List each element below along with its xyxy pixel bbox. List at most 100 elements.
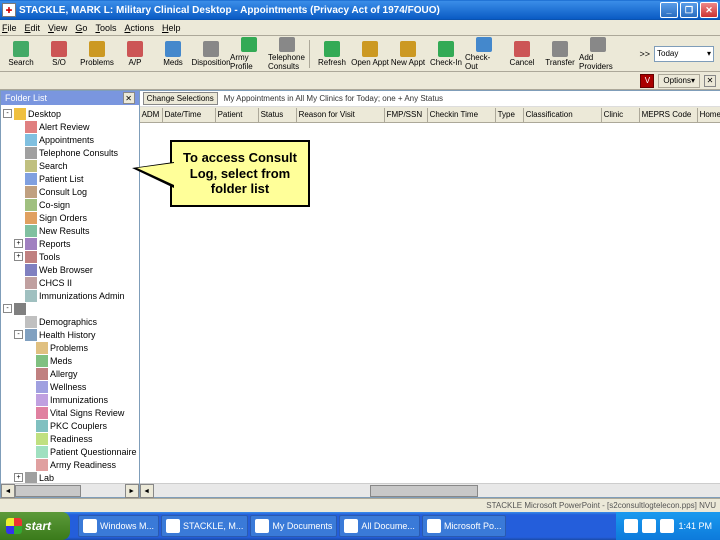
scroll-left-button[interactable]: ◄ — [1, 484, 15, 498]
col-classification[interactable]: Classification — [524, 108, 602, 122]
col-status[interactable]: Status — [259, 108, 297, 122]
tree-item-pkc-couplers[interactable]: PKC Couplers — [3, 419, 137, 432]
folder-icon — [36, 407, 48, 419]
tb-meds-button[interactable]: Meds — [154, 37, 192, 71]
task-item[interactable]: My Documents — [250, 515, 337, 537]
menu-go[interactable]: Go — [75, 23, 87, 33]
start-button[interactable]: start — [0, 512, 70, 540]
tb-army-profile-button[interactable]: Army Profile — [230, 37, 268, 71]
tree-item-lab[interactable]: +Lab — [3, 471, 137, 483]
menu-tools[interactable]: Tools — [95, 23, 116, 33]
folder-icon — [25, 121, 37, 133]
task-item[interactable]: Windows M... — [78, 515, 159, 537]
tb-cancel-button[interactable]: Cancel — [503, 37, 541, 71]
task-item[interactable]: Microsoft Po... — [422, 515, 507, 537]
system-tray[interactable]: 1:41 PM — [616, 512, 720, 540]
col-fmp-ssn[interactable]: FMP/SSN — [385, 108, 428, 122]
tree-item-telephone-consults[interactable]: Telephone Consults — [3, 146, 137, 159]
tree-expand-icon[interactable]: - — [3, 304, 12, 313]
close-button[interactable]: ✕ — [700, 2, 718, 18]
tree-item-reports[interactable]: +Reports — [3, 237, 137, 250]
col-meprs-code[interactable]: MEPRS Code — [640, 108, 698, 122]
tree-item-army-readiness[interactable]: Army Readiness — [3, 458, 137, 471]
tb-search-button[interactable]: Search — [2, 37, 40, 71]
scroll-track[interactable] — [154, 484, 720, 497]
tree-expand-icon[interactable]: + — [14, 239, 23, 248]
tree-item-new-results[interactable]: New Results — [3, 224, 137, 237]
tree-item-search[interactable]: Search — [3, 159, 137, 172]
tb-check-out-button[interactable]: Check-Out — [465, 37, 503, 71]
tree-item-problems[interactable]: Problems — [3, 341, 137, 354]
col-date-time[interactable]: Date/Time — [163, 108, 216, 122]
today-dropdown[interactable]: Today▾ — [654, 46, 714, 62]
tree-expand-icon[interactable]: + — [14, 473, 23, 482]
tree-item-web-browser[interactable]: Web Browser — [3, 263, 137, 276]
tree-item-blank[interactable]: - — [3, 302, 137, 315]
menu-edit[interactable]: Edit — [25, 23, 41, 33]
col-clinic[interactable]: Clinic — [602, 108, 640, 122]
menu-view[interactable]: View — [48, 23, 67, 33]
maximize-button[interactable]: ❐ — [680, 2, 698, 18]
tree-expand-icon[interactable]: - — [14, 330, 23, 339]
tree-item-wellness[interactable]: Wellness — [3, 380, 137, 393]
folder-tree[interactable]: -DesktopAlert ReviewAppointmentsTelephon… — [1, 105, 139, 483]
folder-hscrollbar[interactable]: ◄ ► — [1, 483, 139, 497]
task-item[interactable]: All Docume... — [339, 515, 420, 537]
tree-expand-icon[interactable]: - — [3, 109, 12, 118]
scroll-track[interactable] — [15, 484, 125, 497]
tree-item-demographics[interactable]: Demographics — [3, 315, 137, 328]
minimize-button[interactable]: _ — [660, 2, 678, 18]
tb-new-appt-button[interactable]: New Appt — [389, 37, 427, 71]
tree-item-patient-questionnaire[interactable]: Patient Questionnaire — [3, 445, 137, 458]
tb-telephone-consults-button[interactable]: Telephone Consults — [268, 37, 306, 71]
col-checkin-time[interactable]: Checkin Time — [428, 108, 496, 122]
options-button[interactable]: Options ▾ — [658, 74, 700, 88]
tree-item-immunizations[interactable]: Immunizations — [3, 393, 137, 406]
subbar-close-button[interactable]: ✕ — [704, 75, 716, 87]
col-adm[interactable]: ADM — [140, 108, 163, 122]
tb-transfer-button[interactable]: Transfer — [541, 37, 579, 71]
tree-item-alert-review[interactable]: Alert Review — [3, 120, 137, 133]
toolbar-chevron[interactable]: >> — [639, 49, 650, 59]
tb-check-in-button[interactable]: Check-In — [427, 37, 465, 71]
tray-icon[interactable] — [642, 519, 656, 533]
change-selections-button[interactable]: Change Selections — [143, 92, 218, 105]
folder-icon — [36, 433, 48, 445]
col-home-phone[interactable]: Home Phone — [698, 108, 720, 122]
tree-item-desktop[interactable]: -Desktop — [3, 107, 137, 120]
menu-file[interactable]: File — [2, 23, 17, 33]
scroll-right-button[interactable]: ► — [125, 484, 139, 498]
menu-actions[interactable]: Actions — [124, 23, 154, 33]
folder-list-close-button[interactable]: ✕ — [123, 92, 135, 104]
tb-open-appt-button[interactable]: Open Appt — [351, 37, 389, 71]
tree-item-co-sign[interactable]: Co-sign — [3, 198, 137, 211]
tree-item-vital-signs-review[interactable]: Vital Signs Review — [3, 406, 137, 419]
tree-item-patient-list[interactable]: Patient List — [3, 172, 137, 185]
tree-item-consult-log[interactable]: Consult Log — [3, 185, 137, 198]
col-reason-for-visit[interactable]: Reason for Visit — [297, 108, 385, 122]
content-hscrollbar[interactable]: ◄ ► — [140, 483, 720, 497]
tree-item-chcs-ii[interactable]: CHCS II — [3, 276, 137, 289]
tree-item-meds[interactable]: Meds — [3, 354, 137, 367]
tb-a-p-button[interactable]: A/P — [116, 37, 154, 71]
menu-help[interactable]: Help — [162, 23, 181, 33]
tree-item-readiness[interactable]: Readiness — [3, 432, 137, 445]
col-patient[interactable]: Patient — [216, 108, 259, 122]
tree-item-tools[interactable]: +Tools — [3, 250, 137, 263]
tray-icon[interactable] — [624, 519, 638, 533]
tb-disposition-button[interactable]: Disposition — [192, 37, 230, 71]
scroll-left-button[interactable]: ◄ — [140, 484, 154, 498]
task-item[interactable]: STACKLE, M... — [161, 515, 248, 537]
tree-item-immunizations-admin[interactable]: Immunizations Admin — [3, 289, 137, 302]
tree-item-health-history[interactable]: -Health History — [3, 328, 137, 341]
tb-s-o-button[interactable]: S/O — [40, 37, 78, 71]
tb-refresh-button[interactable]: Refresh — [313, 37, 351, 71]
col-type[interactable]: Type — [496, 108, 524, 122]
tray-icon[interactable] — [660, 519, 674, 533]
tree-item-sign-orders[interactable]: Sign Orders — [3, 211, 137, 224]
tb-add-providers-button[interactable]: Add Providers — [579, 37, 617, 71]
tree-item-appointments[interactable]: Appointments — [3, 133, 137, 146]
tree-expand-icon[interactable]: + — [14, 252, 23, 261]
tree-item-allergy[interactable]: Allergy — [3, 367, 137, 380]
tb-problems-button[interactable]: Problems — [78, 37, 116, 71]
